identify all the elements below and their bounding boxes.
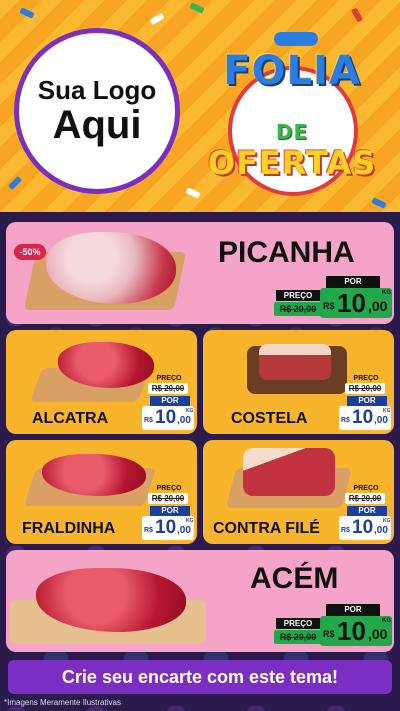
confetti-decoration <box>19 7 35 19</box>
old-price: R$ 20,00 <box>345 493 385 504</box>
new-price-label: POR <box>150 506 190 516</box>
price-decimal: ,00 <box>177 525 191 536</box>
unit: KG <box>186 518 194 524</box>
unit: KG <box>382 290 391 296</box>
confetti-decoration <box>185 187 201 199</box>
new-price-label: POR <box>347 396 387 406</box>
old-price-label: PREÇO <box>276 290 320 301</box>
product-name: ACÉM <box>250 562 339 595</box>
product-card-acem[interactable]: ACÉM PREÇO R$ 20,00 POR R$ 10 ,00 KG <box>6 550 394 652</box>
carnival-mask-icon <box>274 32 318 46</box>
new-price-box: R$ 10 ,00 KG <box>320 616 392 646</box>
price-integer: 10 <box>337 616 366 646</box>
price-decimal: ,00 <box>374 525 388 536</box>
old-price-label: PREÇO <box>156 485 182 492</box>
price-integer: 10 <box>155 407 177 428</box>
unit: KG <box>383 518 391 524</box>
old-price: R$ 20,00 <box>274 630 322 644</box>
confetti-decoration <box>371 197 387 209</box>
meat-image <box>259 344 331 380</box>
meat-image <box>243 448 335 496</box>
product-name: FRALDINHA <box>22 520 116 537</box>
discount-badge: -50% <box>14 244 46 260</box>
new-price-box: R$ 10 ,00 KG <box>142 406 194 430</box>
old-price: R$ 20,00 <box>345 383 385 394</box>
new-price-label: POR <box>326 276 380 288</box>
header-banner: Sua Logo Aqui FOLIA DE OFERTAS <box>0 0 400 212</box>
currency: R$ <box>341 527 350 534</box>
currency: R$ <box>323 301 335 311</box>
create-flyer-button[interactable]: Crie seu encarte com este tema! <box>8 660 392 694</box>
old-price-label: PREÇO <box>156 375 182 382</box>
product-card-fraldinha[interactable]: FRALDINHA PREÇO R$ 20,00 POR R$ 10 ,00 K… <box>6 440 197 544</box>
unit: KG <box>383 408 391 414</box>
old-price-label: PREÇO <box>353 485 379 492</box>
old-price: R$ 20,00 <box>148 493 188 504</box>
logo-placeholder: Sua Logo Aqui <box>14 28 180 194</box>
price-decimal: ,00 <box>368 626 388 642</box>
product-card-contra-file[interactable]: CONTRA FILÉ PREÇO R$ 20,00 POR R$ 10 ,00… <box>203 440 394 544</box>
old-price: R$ 20,00 <box>148 383 188 394</box>
theme-title-line2: DE <box>275 120 309 144</box>
unit: KG <box>382 618 391 624</box>
product-card-alcatra[interactable]: ALCATRA PREÇO R$ 20,00 POR R$ 10 ,00 KG <box>6 330 197 434</box>
theme-title-line3: OFERTAS <box>207 144 377 182</box>
currency: R$ <box>144 527 153 534</box>
new-price-box: R$ 10 ,00 KG <box>142 516 194 540</box>
logo-text-line1: Sua Logo <box>37 74 157 105</box>
currency: R$ <box>341 417 350 424</box>
new-price-box: R$ 10 ,00 KG <box>339 516 391 540</box>
confetti-decoration <box>7 175 23 191</box>
disclaimer-note: *Imagens Meramente Ilustrativas <box>4 698 121 707</box>
product-card-picanha[interactable]: -50% PICANHA PREÇO R$ 20,00 POR R$ 10 ,0… <box>6 222 394 324</box>
currency: R$ <box>144 417 153 424</box>
new-price-label: POR <box>347 506 387 516</box>
product-name: PICANHA <box>218 236 355 269</box>
theme-title-line1: FOLIA <box>223 48 361 94</box>
currency: R$ <box>323 629 335 639</box>
new-price-box: R$ 10 ,00 KG <box>339 406 391 430</box>
price-decimal: ,00 <box>374 415 388 426</box>
product-card-costela[interactable]: COSTELA PREÇO R$ 20,00 POR R$ 10 ,00 KG <box>203 330 394 434</box>
product-name: ALCATRA <box>32 410 109 427</box>
old-price: R$ 20,00 <box>274 302 322 316</box>
new-price-box: R$ 10 ,00 KG <box>320 288 392 318</box>
product-name: COSTELA <box>231 410 308 427</box>
unit: KG <box>186 408 194 414</box>
new-price-label: POR <box>326 604 380 616</box>
old-price-label: PREÇO <box>353 375 379 382</box>
logo-text-line2: Aqui <box>52 103 142 148</box>
price-integer: 10 <box>352 407 374 428</box>
old-price-label: PREÇO <box>276 618 320 629</box>
confetti-decoration <box>189 2 205 14</box>
confetti-decoration <box>350 7 364 23</box>
price-integer: 10 <box>352 517 374 538</box>
price-integer: 10 <box>155 517 177 538</box>
price-decimal: ,00 <box>368 298 388 314</box>
new-price-label: POR <box>150 396 190 406</box>
price-decimal: ,00 <box>177 415 191 426</box>
theme-title-badge: FOLIA DE OFERTAS <box>204 26 380 196</box>
confetti-decoration <box>149 12 165 26</box>
product-name: CONTRA FILÉ <box>213 520 320 537</box>
price-integer: 10 <box>337 288 366 318</box>
